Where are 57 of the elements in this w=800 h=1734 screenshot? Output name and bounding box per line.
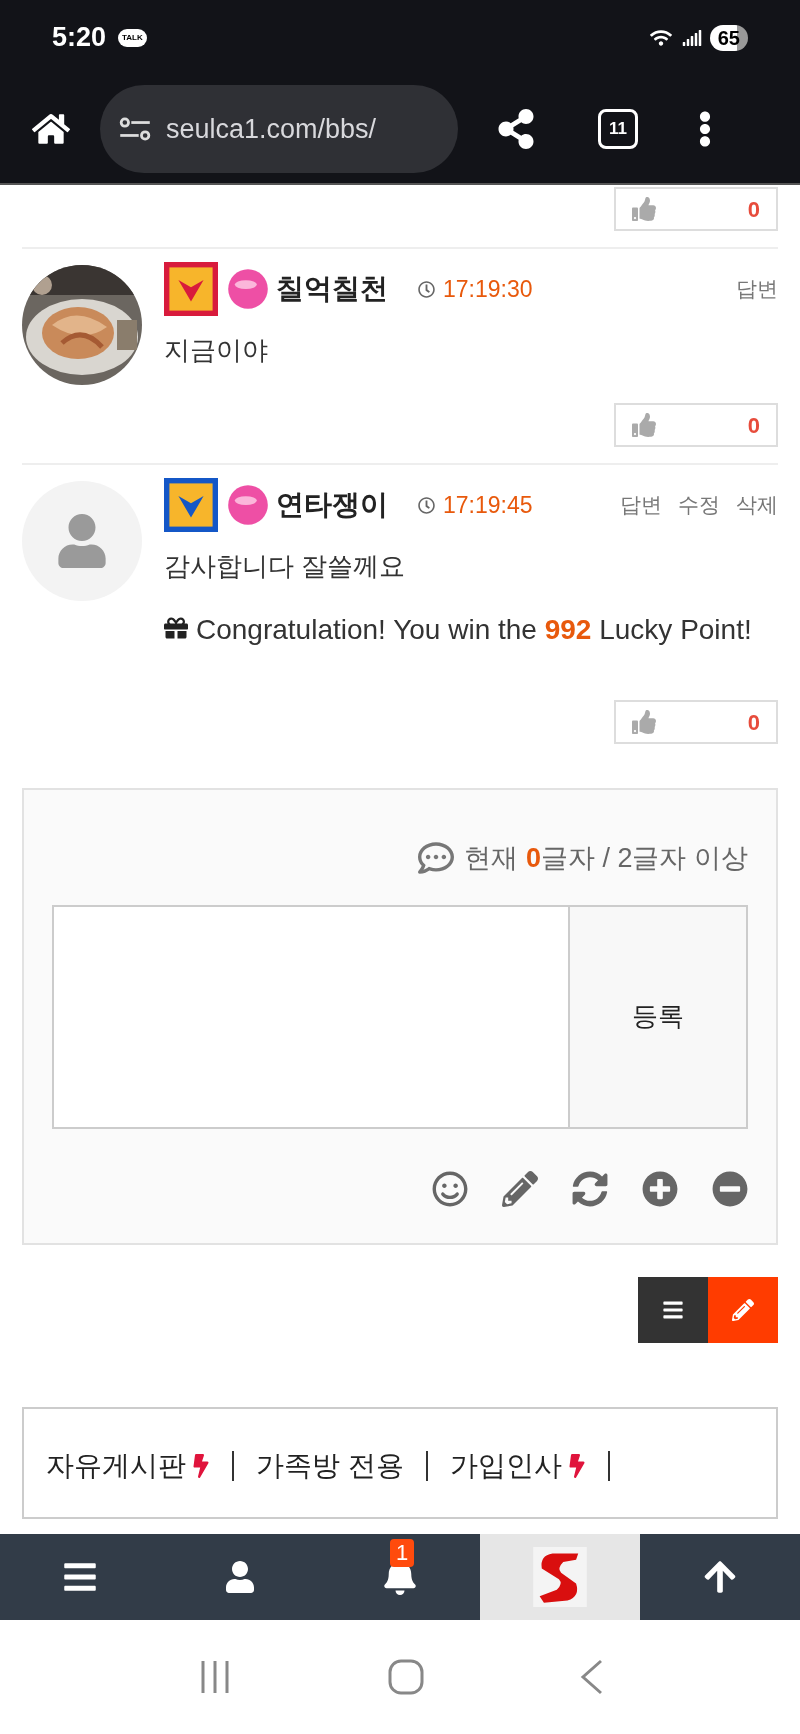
author-name[interactable]: 칠억칠천 <box>276 268 388 310</box>
comment-text: 지금이야 <box>164 334 269 367</box>
comment-action-link[interactable]: 수정 <box>678 489 720 521</box>
bottom-nav-tab[interactable] <box>480 1534 640 1620</box>
like-count: 0 <box>747 195 760 224</box>
share-icon[interactable] <box>496 109 536 149</box>
scroll-top-icon <box>702 1559 738 1595</box>
plus-icon[interactable] <box>642 1170 678 1207</box>
bottom-nav-tab[interactable] <box>0 1534 160 1620</box>
notification-badge: 1 <box>390 1539 415 1567</box>
smile-icon[interactable] <box>432 1170 468 1207</box>
like-button[interactable]: 0 <box>614 403 778 447</box>
home-button-icon[interactable] <box>388 1659 424 1695</box>
clock-icon <box>418 496 435 514</box>
comment-action-link[interactable]: 삭제 <box>736 489 778 521</box>
board-link[interactable]: 가입인사 <box>449 1444 562 1487</box>
list-button[interactable] <box>638 1276 708 1343</box>
minus-icon[interactable] <box>712 1170 748 1207</box>
like-button[interactable]: 0 <box>614 187 778 231</box>
comment-text: 감사합니다 잘쓸께요 <box>164 550 407 583</box>
write-button[interactable] <box>708 1276 778 1343</box>
url-text: seulca1.com/bbs/ <box>166 112 377 146</box>
like-count: 0 <box>747 411 760 440</box>
bottom-nav-tab[interactable] <box>640 1534 800 1620</box>
refresh-icon[interactable] <box>572 1170 608 1207</box>
comment-action-link[interactable]: 답변 <box>620 489 662 521</box>
clock-icon <box>418 280 435 298</box>
comment-action-link[interactable]: 답변 <box>736 273 778 305</box>
user-icon <box>224 1561 256 1593</box>
author-name[interactable]: 연타쟁이 <box>276 484 388 526</box>
like-count: 0 <box>747 708 760 737</box>
chat-notification-icon: TALK <box>118 28 147 47</box>
thumbs-up-icon <box>632 710 656 734</box>
board-link[interactable]: 자유게시판 <box>46 1444 186 1487</box>
address-bar[interactable]: seulca1.com/bbs/ <box>100 85 458 173</box>
level-orb-icon <box>226 483 270 527</box>
back-icon[interactable] <box>578 1659 603 1695</box>
clock-time: 5:20 <box>52 21 107 55</box>
site-settings-icon <box>118 117 152 141</box>
comment-time: 17:19:45 <box>443 490 533 520</box>
board-link[interactable]: 가족방 전용 <box>256 1444 404 1487</box>
like-button[interactable]: 0 <box>614 700 778 744</box>
thumbs-up-icon <box>632 197 656 221</box>
comment-icon <box>416 840 457 877</box>
logo-icon <box>533 1547 587 1607</box>
thumbs-up-icon <box>632 413 656 437</box>
level-orb-icon <box>226 267 270 311</box>
character-counter: 현재 0글자 / 2글자 이상 <box>464 842 748 875</box>
comment-time: 17:19:30 <box>443 274 533 304</box>
lucky-point-message: Congratulation! You win the 992 Lucky Point! <box>196 613 752 647</box>
gift-icon <box>164 616 188 640</box>
comment-input[interactable] <box>54 906 570 1127</box>
pencil-icon[interactable] <box>502 1170 538 1207</box>
tab-count-button[interactable]: 11 <box>598 109 638 149</box>
signal-icon <box>681 27 702 48</box>
pencil-icon <box>732 1298 754 1321</box>
battery-level: 65 <box>709 24 748 51</box>
